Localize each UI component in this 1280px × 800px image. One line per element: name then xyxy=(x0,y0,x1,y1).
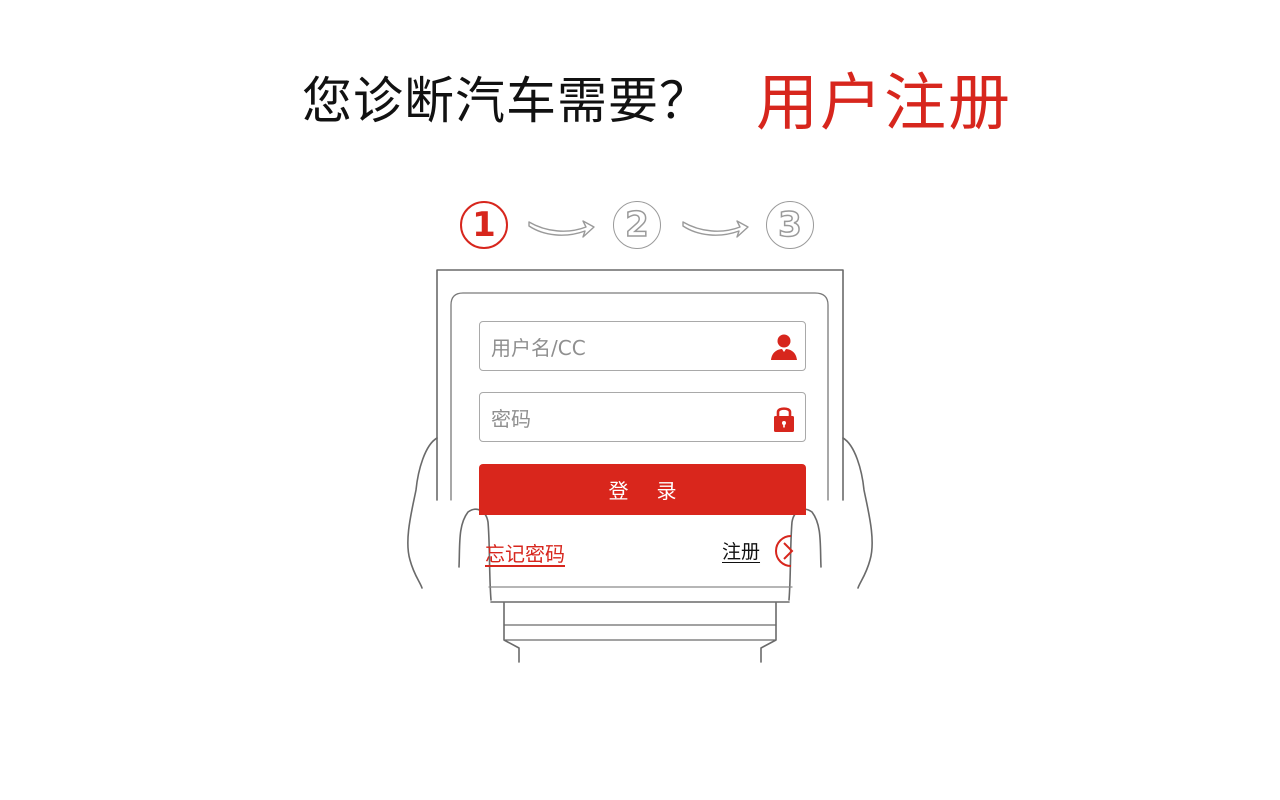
lock-icon xyxy=(774,407,794,432)
password-input[interactable]: 密码 xyxy=(479,392,806,442)
circle-chevron-icon[interactable] xyxy=(769,532,803,570)
login-button[interactable]: 登录 xyxy=(479,464,806,515)
register-link[interactable]: 注册 xyxy=(722,537,760,564)
user-icon xyxy=(771,334,797,360)
password-placeholder: 密码 xyxy=(491,406,531,431)
username-input[interactable]: 用户名/CC xyxy=(479,321,806,371)
username-placeholder: 用户名/CC xyxy=(491,335,586,360)
forgot-password-link[interactable]: 忘记密码 xyxy=(485,538,565,567)
